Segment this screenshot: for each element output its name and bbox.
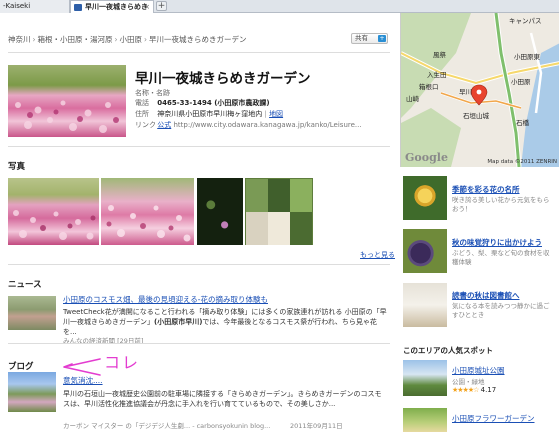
- photo-thumbnail[interactable]: [101, 178, 194, 245]
- link-label: リンク: [135, 121, 156, 129]
- rating-value: 4.17: [480, 386, 497, 394]
- google-logo: Google: [405, 151, 448, 164]
- blog-thumbnail[interactable]: [8, 372, 56, 412]
- breadcrumb-link[interactable]: 箱根・小田原・湯河原: [38, 35, 113, 44]
- name-label: 名称・名跡: [135, 89, 170, 97]
- new-tab-button[interactable]: +: [156, 1, 167, 11]
- more-photos-link[interactable]: もっと見る: [360, 250, 395, 260]
- promo-title-link[interactable]: 秋の味覚狩りに出かけよう: [452, 237, 542, 248]
- map-label: 入生田: [427, 71, 447, 79]
- promo-title-link[interactable]: 読書の秋は図書館へ: [452, 290, 520, 301]
- map-label: 早川: [459, 88, 472, 96]
- promo-description: 咲き誇る美しい花から元気をもらおう！: [452, 196, 550, 213]
- news-heading: ニュース: [8, 280, 42, 290]
- blog-body: 早川の石垣山一夜城歴史公園前の駐車場に隣接する「きらめきガーデン」。きらめきガー…: [63, 390, 382, 408]
- news-body-highlight: (小田原市早川): [154, 318, 203, 326]
- phone-label: 電話: [135, 99, 149, 107]
- rating-stars: ★★★★☆: [452, 386, 479, 394]
- photo-thumbnail[interactable]: [8, 178, 99, 245]
- spot-title-link[interactable]: 小田原城址公園: [452, 365, 505, 376]
- address-label: 住所: [135, 110, 149, 118]
- blog-heading: ブログ: [8, 362, 34, 372]
- photo-collage[interactable]: [245, 178, 313, 245]
- breadcrumb-current: 早川一夜城きらめきガーデン: [149, 35, 247, 44]
- tab-label: 早川一夜城きらめき: [85, 3, 148, 11]
- map-label: キャンパス: [509, 17, 542, 25]
- breadcrumb-link[interactable]: 小田原: [120, 35, 143, 44]
- map-copyright: Map data ©2011 ZENRIN: [487, 159, 557, 165]
- map-link[interactable]: 地図: [269, 110, 283, 118]
- promo-description: 気になる本を読みつつ静かに過ごすひととき: [452, 302, 550, 319]
- map-label: 山崎: [406, 95, 419, 103]
- breadcrumb-separator: ›: [114, 35, 118, 44]
- info-name-row: 名称・名跡: [135, 88, 170, 98]
- browser-tab-bar: -Kaiseki 早川一夜城きらめき × +: [0, 0, 559, 13]
- info-phone-row: 電話 0465-33-1494 (小田原市農政課): [135, 98, 270, 108]
- divider: [8, 52, 390, 53]
- spot-category: 公園・緑地: [452, 378, 485, 386]
- promo-image[interactable]: [403, 283, 447, 327]
- spot-title-link[interactable]: 小田原フラワーガーデン: [452, 413, 535, 424]
- share-button[interactable]: 共有 +: [351, 33, 388, 44]
- promo-image[interactable]: [403, 229, 447, 273]
- breadcrumb-separator: ›: [32, 35, 36, 44]
- browser-tab[interactable]: -Kaiseki: [0, 0, 70, 13]
- blog-title-link[interactable]: 意気消沈....: [63, 375, 103, 386]
- info-link-row: リンク 公式 http://www.city.odawara.kanagawa.…: [135, 120, 362, 130]
- spot-image[interactable]: [403, 408, 447, 432]
- blog-date: 2011年09月11日: [290, 422, 343, 430]
- news-title-link[interactable]: 小田原のコスモス畑、最後の見頃迎える-花の摘み取り体験も: [63, 294, 268, 305]
- phone-value: 0465-33-1494 (小田原市農政課): [157, 99, 270, 107]
- news-body: TweetCheck花が満開になること行われる「摘み取り体験」には多くの家族連れ…: [63, 307, 388, 337]
- map-label: 石橋: [516, 119, 529, 127]
- promo-title-link[interactable]: 季節を彩る花の名所: [452, 184, 520, 195]
- close-icon[interactable]: ×: [144, 1, 150, 13]
- promo-description: ぶどう、梨、栗など旬の食材を収穫体験: [452, 249, 550, 266]
- divider: [8, 264, 390, 265]
- popular-spots-heading: このエリアの人気スポット: [403, 346, 493, 355]
- news-thumbnail[interactable]: [8, 296, 56, 330]
- promo-image[interactable]: [403, 176, 447, 220]
- address-value: 神奈川県小田原市早川梅ヶ窪地内: [157, 110, 263, 118]
- page-title: 早川一夜城きらめきガーデン: [135, 71, 311, 87]
- official-link[interactable]: 公式: [157, 121, 171, 129]
- info-address-row: 住所 神奈川県小田原市早川梅ヶ窪地内 | 地図: [135, 110, 284, 118]
- breadcrumb: 神奈川 › 箱根・小田原・湯河原 › 小田原 › 早川一夜城きらめきガーデン: [8, 34, 247, 45]
- breadcrumb-link[interactable]: 神奈川: [8, 35, 31, 44]
- map-label: 風祭: [433, 51, 446, 59]
- map-label: 小田原東: [514, 53, 540, 61]
- share-label: 共有: [355, 34, 368, 42]
- blog-source[interactable]: カーボン マイスター の「デジデジ人生劇... - carbonsyokunin…: [63, 420, 270, 430]
- plus-icon: +: [378, 35, 386, 42]
- spot-image[interactable]: [403, 360, 447, 396]
- map-label: 小田原: [511, 78, 531, 86]
- breadcrumb-separator: ›: [144, 35, 147, 44]
- annotation-label: コレ: [104, 353, 141, 372]
- photos-heading: 写真: [8, 162, 26, 172]
- spot-rating: ★★★★☆ 4.17: [452, 386, 496, 394]
- photo-thumbnail[interactable]: [197, 178, 243, 245]
- url-text[interactable]: http://www.city.odawara.kanagawa.jp/kank…: [173, 121, 361, 129]
- tab-label: -Kaiseki: [3, 2, 31, 10]
- divider: [8, 146, 390, 147]
- map-label: 箱根口: [419, 83, 439, 91]
- map-label: 石垣山城: [463, 112, 489, 120]
- divider: [8, 343, 390, 344]
- map[interactable]: キャンパス 風祭 入生田 小田原東 小田原 箱根口 山崎 早川 石垣山城 石橋 …: [400, 13, 559, 167]
- main-photo[interactable]: [8, 65, 126, 137]
- favicon-icon: [74, 4, 82, 11]
- browser-tab-active[interactable]: 早川一夜城きらめき ×: [70, 0, 154, 13]
